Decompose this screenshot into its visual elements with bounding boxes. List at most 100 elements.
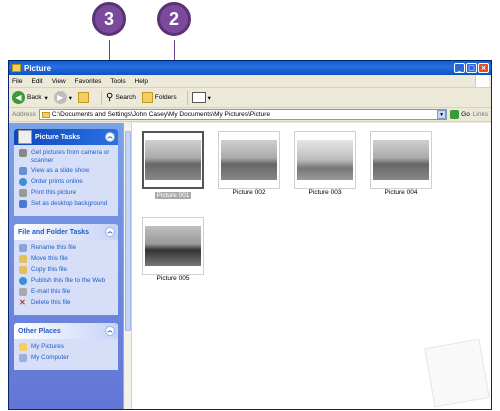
folder-watermark-icon [424,338,490,408]
toolbar: ◀ Back ▾ ▶ ▾ ⚲ Search Folders ▾ [9,88,491,108]
other-places-header[interactable]: Other Places ︽ [14,323,118,339]
menu-tools[interactable]: Tools [110,78,125,85]
thumbnail-label: Picture 002 [232,189,266,196]
folder-icon [12,64,21,72]
search-button[interactable]: ⚲ Search [106,92,136,103]
task-copy[interactable]: Copy this file [19,266,114,274]
task-set-background[interactable]: Set as desktop background [19,200,114,208]
scrollbar-thumb[interactable] [125,131,131,331]
menu-edit[interactable]: Edit [31,78,42,85]
views-button[interactable]: ▾ [191,92,211,103]
menu-view[interactable]: View [52,78,66,85]
title-bar[interactable]: Picture _ □ × [9,61,491,75]
picture-tasks-header[interactable]: Picture Tasks ︽ [14,129,118,145]
other-places-panel: Other Places ︽ My Pictures My Computer [14,323,118,370]
task-label: Rename this file [31,244,77,251]
task-order-prints[interactable]: Order prints online [19,178,114,186]
delete-x-icon: ✕ [19,298,26,307]
collapse-chevron-icon[interactable]: ︽ [105,326,115,336]
other-places-title: Other Places [18,327,61,335]
task-rename[interactable]: Rename this file [19,244,114,252]
chevron-down-icon[interactable]: ▾ [69,94,72,102]
vertical-scrollbar[interactable] [124,123,132,409]
photo-image [145,226,201,266]
task-label: Move this file [31,255,68,262]
task-label: View as a slide show [31,167,90,174]
thumbnail-picture-002[interactable]: Picture 002 [214,131,284,196]
toolbar-separator [100,90,102,105]
task-print[interactable]: Print this picture [19,189,114,197]
menu-favorites[interactable]: Favorites [75,78,102,85]
go-arrow-icon [450,110,460,119]
back-arrow-icon: ◀ [12,91,25,104]
move-icon [19,255,27,263]
task-move[interactable]: Move this file [19,255,114,263]
back-button[interactable]: ◀ Back ▾ [12,91,48,104]
chevron-down-icon[interactable]: ▼ [437,110,447,119]
up-folder-icon [77,92,89,103]
place-my-pictures[interactable]: My Pictures [19,343,114,351]
rename-icon [19,244,27,252]
task-label: Get pictures from camera or scanner [31,149,110,164]
maximize-button[interactable]: □ [466,63,477,73]
thumbnail-label: Picture 005 [156,275,190,282]
search-icon: ⚲ [105,92,114,103]
email-icon [19,288,27,296]
links-button[interactable]: Links [473,111,488,118]
task-get-pictures[interactable]: Get pictures from camera or scanner [19,149,114,164]
globe-icon [19,178,27,186]
camera-icon [19,149,27,157]
picture-icon [18,130,32,144]
callout-2-label: 2 [168,8,179,29]
printer-icon [19,189,27,197]
place-label: My Pictures [31,343,64,350]
place-my-computer[interactable]: My Computer [19,354,114,362]
folders-button[interactable]: Folders [141,92,177,103]
folders-label: Folders [154,94,177,101]
task-label: E-mail this file [31,288,71,295]
toolbar-separator [186,90,188,105]
thumbnail-picture-005[interactable]: Picture 005 [138,217,208,282]
up-folder-button[interactable] [77,92,91,103]
thumbnail-picture-003[interactable]: Picture 003 [290,131,360,196]
globe-icon [19,277,27,285]
collapse-chevron-icon[interactable]: ︽ [105,227,115,237]
search-label: Search [115,94,136,101]
thumbnail-frame [370,131,432,189]
close-button[interactable]: × [478,63,489,73]
chevron-down-icon[interactable]: ▾ [44,94,47,102]
address-field[interactable]: C:\Documents and Settings\John Casey\My … [38,109,448,120]
thumbnail-frame [294,131,356,189]
menu-help[interactable]: Help [135,78,148,85]
task-delete[interactable]: ✕ Delete this file [19,299,114,307]
task-pane: Picture Tasks ︽ Get pictures from camera… [9,123,123,409]
back-label: Back [27,94,42,101]
callout-2: 2 [157,2,191,36]
file-view: Picture 001 Picture 002 Picture 003 Pict… [123,123,491,409]
forward-arrow-icon: ▶ [53,91,67,104]
desktop-icon [19,200,27,208]
folder-icon [41,111,50,118]
callout-3-label: 3 [103,8,114,29]
go-button[interactable]: Go [450,110,470,119]
thumbnail-picture-004[interactable]: Picture 004 [366,131,436,196]
thumbnail-picture-001[interactable]: Picture 001 [138,131,208,199]
task-label: Print this picture [31,189,77,196]
file-folder-tasks-header[interactable]: File and Folder Tasks ︽ [14,224,118,240]
file-folder-tasks-title: File and Folder Tasks [18,228,90,236]
callout-3: 3 [92,2,126,36]
task-publish[interactable]: Publish this file to the Web [19,277,114,285]
go-label: Go [461,111,470,118]
task-label: Delete this file [31,299,71,306]
photo-image [145,140,201,180]
task-email[interactable]: E-mail this file [19,288,114,296]
task-slide-show[interactable]: View as a slide show [19,167,114,175]
thumbnail-frame [218,131,280,189]
task-label: Publish this file to the Web [31,277,106,284]
picture-tasks-panel: Picture Tasks ︽ Get pictures from camera… [14,129,118,216]
forward-button[interactable]: ▶ ▾ [53,91,72,104]
collapse-chevron-icon[interactable]: ︽ [105,132,115,142]
address-bar: Address C:\Documents and Settings\John C… [9,108,491,122]
menu-file[interactable]: File [12,78,22,85]
minimize-button[interactable]: _ [454,63,465,73]
